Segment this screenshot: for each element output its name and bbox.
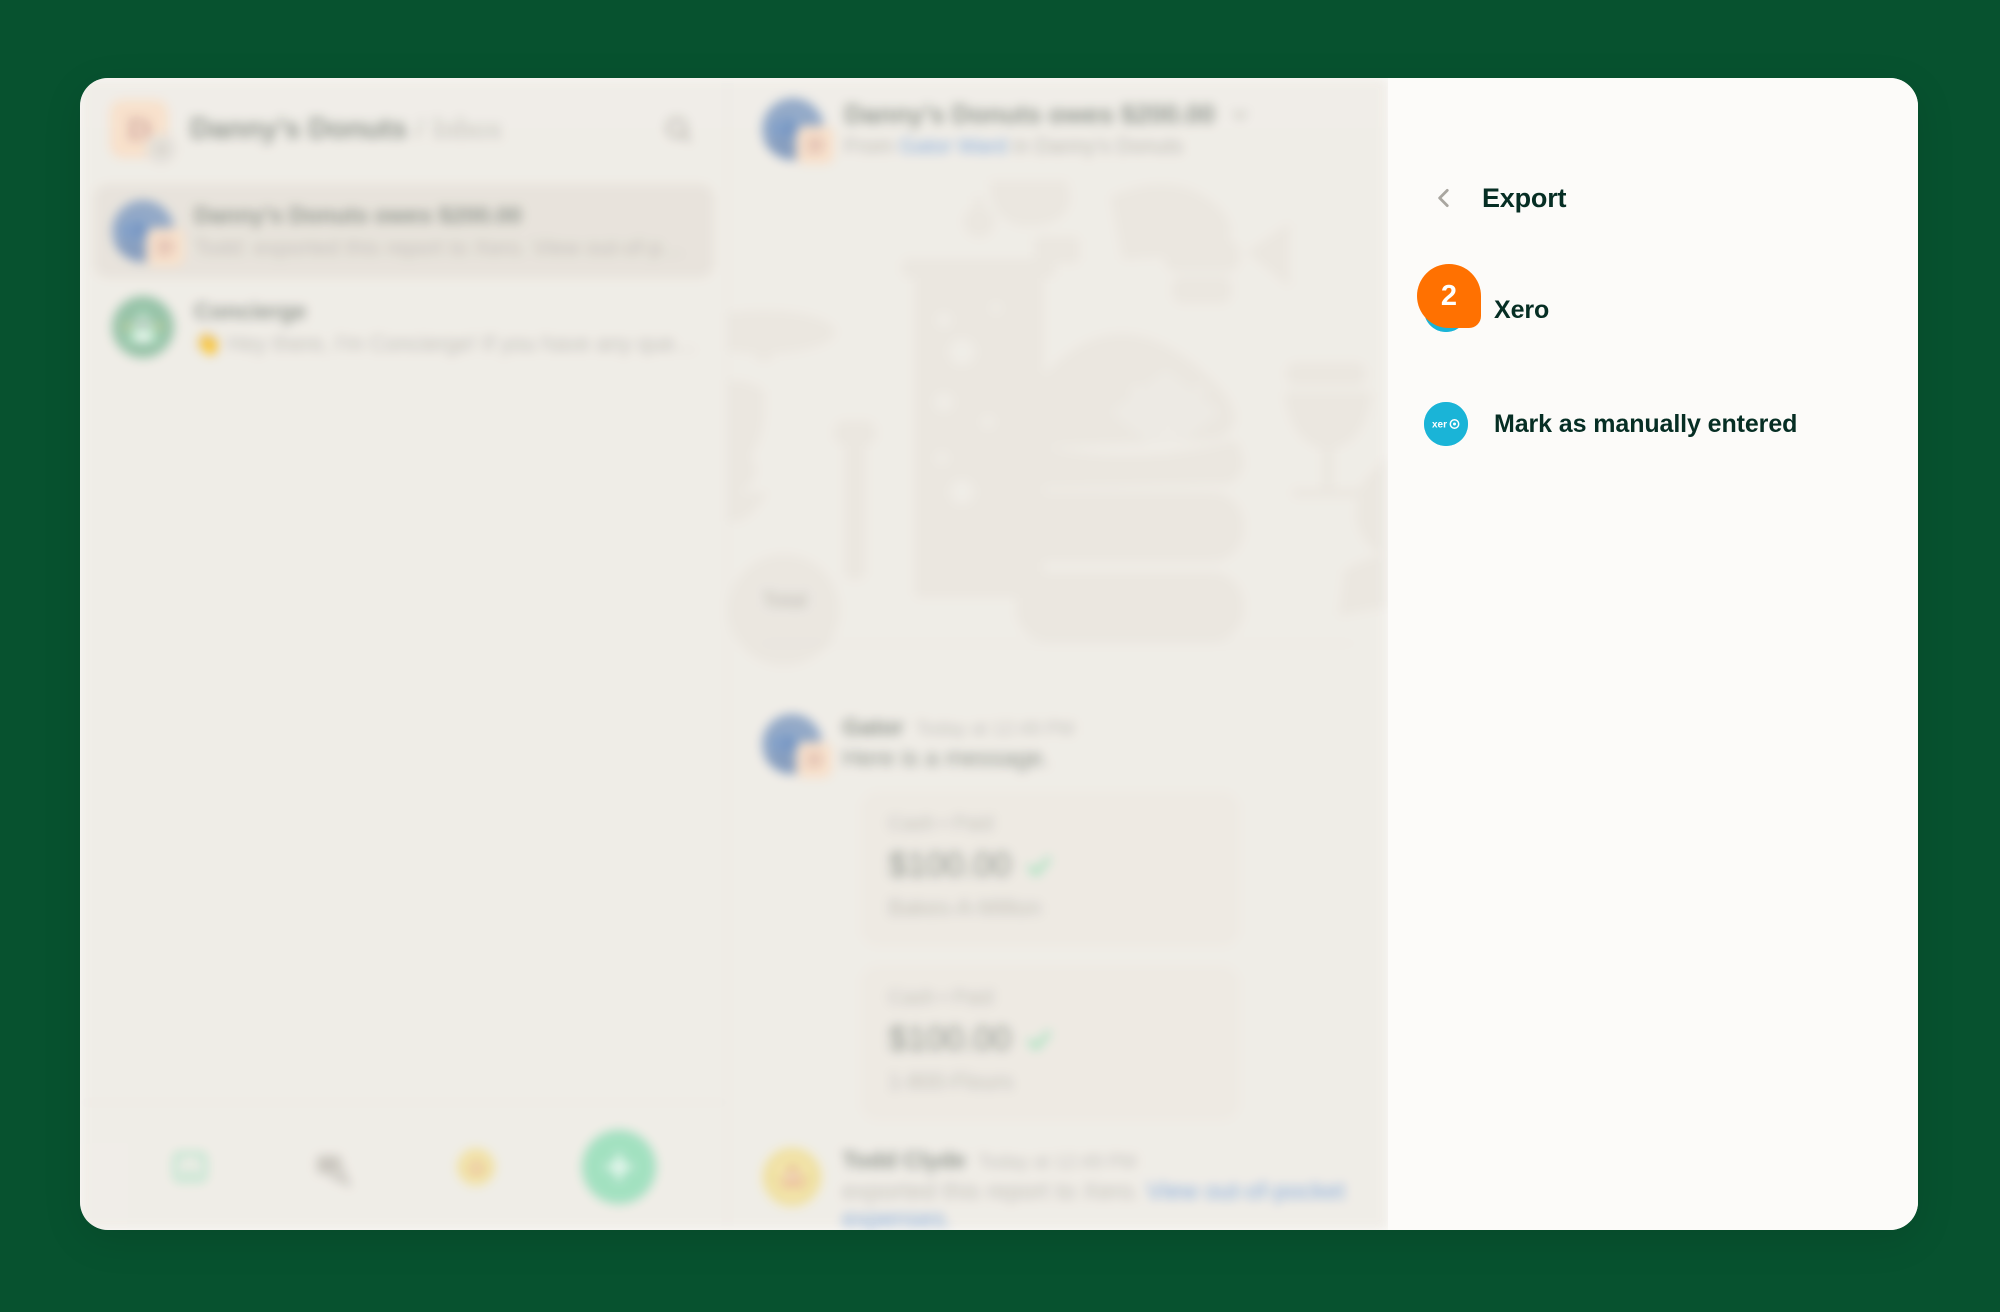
breadcrumb-separator: / bbox=[415, 114, 424, 144]
avatar[interactable]: D bbox=[762, 98, 835, 164]
expense-card[interactable]: Cash • Paid $100.00 Bakes-A-Million bbox=[860, 791, 1241, 947]
sidebar-bottom-nav bbox=[80, 1102, 728, 1230]
fab-background[interactable] bbox=[581, 1129, 656, 1204]
search-folder-icon bbox=[316, 1155, 351, 1186]
message-body: Todd Clyde Today at 12:49 PM exported th… bbox=[842, 1147, 1354, 1230]
conversation-subtitle: From Gator Ward in Danny’s Donuts bbox=[844, 135, 1250, 159]
app-window: D Danny’s Donuts / Inbox D Danny’s Donut… bbox=[80, 78, 1918, 1230]
check-icon bbox=[1025, 1026, 1053, 1054]
expense-amount-row: $100.00 bbox=[888, 846, 1212, 885]
subtitle-suffix: in Danny’s Donuts bbox=[1006, 135, 1183, 158]
expense-merchant: 1-800-Flours bbox=[888, 1069, 1014, 1094]
avatar[interactable]: D bbox=[762, 714, 833, 778]
menu-item-label: Xero bbox=[1494, 295, 1550, 324]
expense-merchant: Bakes-A-Million bbox=[888, 895, 1042, 920]
workspace-badge: D bbox=[796, 742, 833, 778]
workspace-avatar[interactable]: D bbox=[110, 100, 176, 164]
menu-item-mark-as-manually-entered[interactable]: xer Mark as manually entered bbox=[1388, 380, 1918, 468]
export-panel: Export xer Xero bbox=[1388, 78, 1918, 1230]
sidebar-item-search[interactable] bbox=[261, 1148, 404, 1186]
report-preview: Total bbox=[728, 180, 1388, 680]
export-panel-title: Export bbox=[1482, 182, 1567, 213]
avatar bbox=[112, 296, 174, 358]
conversation-header-text: Danny’s Donuts owes $200.00 From Gator W… bbox=[844, 99, 1250, 159]
export-panel-header: Export bbox=[1388, 78, 1918, 218]
search-icon[interactable] bbox=[656, 107, 700, 151]
check-icon bbox=[1025, 852, 1053, 880]
menu-item-label: Mark as manually entered bbox=[1494, 409, 1798, 438]
chat-list: D Danny’s Donuts owes $200.00 Todd: expo… bbox=[80, 180, 728, 1102]
sidebar-header: D Danny’s Donuts / Inbox bbox=[80, 78, 728, 180]
message-timestamp: Today at 12:49 PM bbox=[977, 1152, 1137, 1173]
expense-card[interactable]: Cash • Paid $100.00 1-800-Flours bbox=[860, 965, 1241, 1121]
message-text-prefix: exported this report to Xero. bbox=[842, 1178, 1147, 1205]
avatar: D bbox=[112, 200, 184, 266]
list-item[interactable]: Concierge 👋 Hey there, I'm Concierge! If… bbox=[94, 280, 714, 374]
message: Todd Clyde Today at 12:49 PM exported th… bbox=[762, 1147, 1354, 1230]
sidebar: D Danny’s Donuts / Inbox D Danny’s Donut… bbox=[80, 78, 729, 1230]
message: D Gator Today at 12:49 PM Here is a mess… bbox=[762, 714, 1354, 1121]
expense-amount: $100.00 bbox=[888, 846, 1012, 884]
breadcrumb[interactable]: Danny’s Donuts / Inbox bbox=[190, 112, 640, 146]
report-total-label: Total bbox=[762, 589, 1354, 644]
breadcrumb-page: Inbox bbox=[432, 112, 503, 145]
message-meta: Todd Clyde Today at 12:49 PM bbox=[842, 1147, 1354, 1174]
subtitle-author-link[interactable]: Gator Ward bbox=[899, 135, 1007, 158]
expense-meta: Cash • Paid bbox=[888, 987, 994, 1009]
message-text: Here is a message. bbox=[842, 745, 1050, 772]
account-avatar-icon bbox=[762, 1147, 823, 1207]
message-timestamp: Today at 12:49 PM bbox=[915, 719, 1075, 740]
subtitle-prefix: From bbox=[844, 135, 900, 158]
avatar[interactable] bbox=[762, 1147, 823, 1207]
list-item[interactable]: D Danny’s Donuts owes $200.00 Todd: expo… bbox=[94, 184, 715, 278]
list-item-text: Danny’s Donuts owes $200.00 Todd: export… bbox=[194, 202, 696, 261]
xero-logo-icon: xer bbox=[1424, 402, 1468, 446]
message-author: Todd Clyde bbox=[842, 1147, 966, 1173]
message-body: Gator Today at 12:49 PM Here is a messag… bbox=[842, 714, 1354, 1121]
expense-amount: $100.00 bbox=[888, 1020, 1012, 1058]
chevron-down-icon[interactable] bbox=[146, 134, 176, 164]
concierge-avatar-icon bbox=[112, 296, 174, 358]
breadcrumb-workspace[interactable]: Danny’s Donuts bbox=[190, 113, 407, 146]
message-author: Gator bbox=[842, 714, 904, 740]
page-title: Danny’s Donuts owes $200.00 bbox=[844, 99, 1215, 129]
sidebar-item-account[interactable] bbox=[404, 1147, 547, 1186]
svg-text:xer: xer bbox=[1432, 420, 1447, 431]
conversation-title-row[interactable]: Danny’s Donuts owes $200.00 bbox=[844, 99, 1250, 130]
expense-amount-row: $100.00 bbox=[888, 1020, 1212, 1059]
inbox-icon bbox=[173, 1152, 206, 1181]
account-avatar-icon bbox=[456, 1147, 495, 1186]
workspace-badge: D bbox=[146, 228, 184, 266]
expense-meta: Cash • Paid bbox=[888, 813, 994, 835]
list-item-text: Concierge 👋 Hey there, I'm Concierge! If… bbox=[194, 298, 696, 357]
chevron-left-icon[interactable] bbox=[1424, 178, 1464, 218]
message-meta: Gator Today at 12:49 PM bbox=[842, 714, 1354, 741]
status-badge: 2 bbox=[1417, 264, 1481, 328]
plus-icon bbox=[605, 1153, 633, 1180]
new-chat-fab[interactable] bbox=[547, 1129, 690, 1204]
workspace-badge: D bbox=[796, 126, 835, 164]
list-item-preview: Todd: exported this report to Xero. View… bbox=[194, 234, 684, 260]
blurred-background-layer: D Danny’s Donuts / Inbox D Danny’s Donut… bbox=[80, 78, 1388, 1230]
sidebar-item-inbox[interactable] bbox=[118, 1148, 261, 1186]
list-item-title: Concierge bbox=[194, 297, 307, 324]
conversation-panel: D Danny’s Donuts owes $200.00 From Gator… bbox=[728, 78, 1388, 1230]
list-item-title: Danny’s Donuts owes $200.00 bbox=[194, 201, 522, 228]
message-text: exported this report to Xero. View out-o… bbox=[842, 1178, 1354, 1230]
message-list: D Gator Today at 12:49 PM Here is a mess… bbox=[728, 680, 1388, 1230]
chevron-down-icon bbox=[1233, 110, 1247, 119]
list-item-preview: 👋 Hey there, I'm Concierge! If you have … bbox=[194, 330, 697, 356]
